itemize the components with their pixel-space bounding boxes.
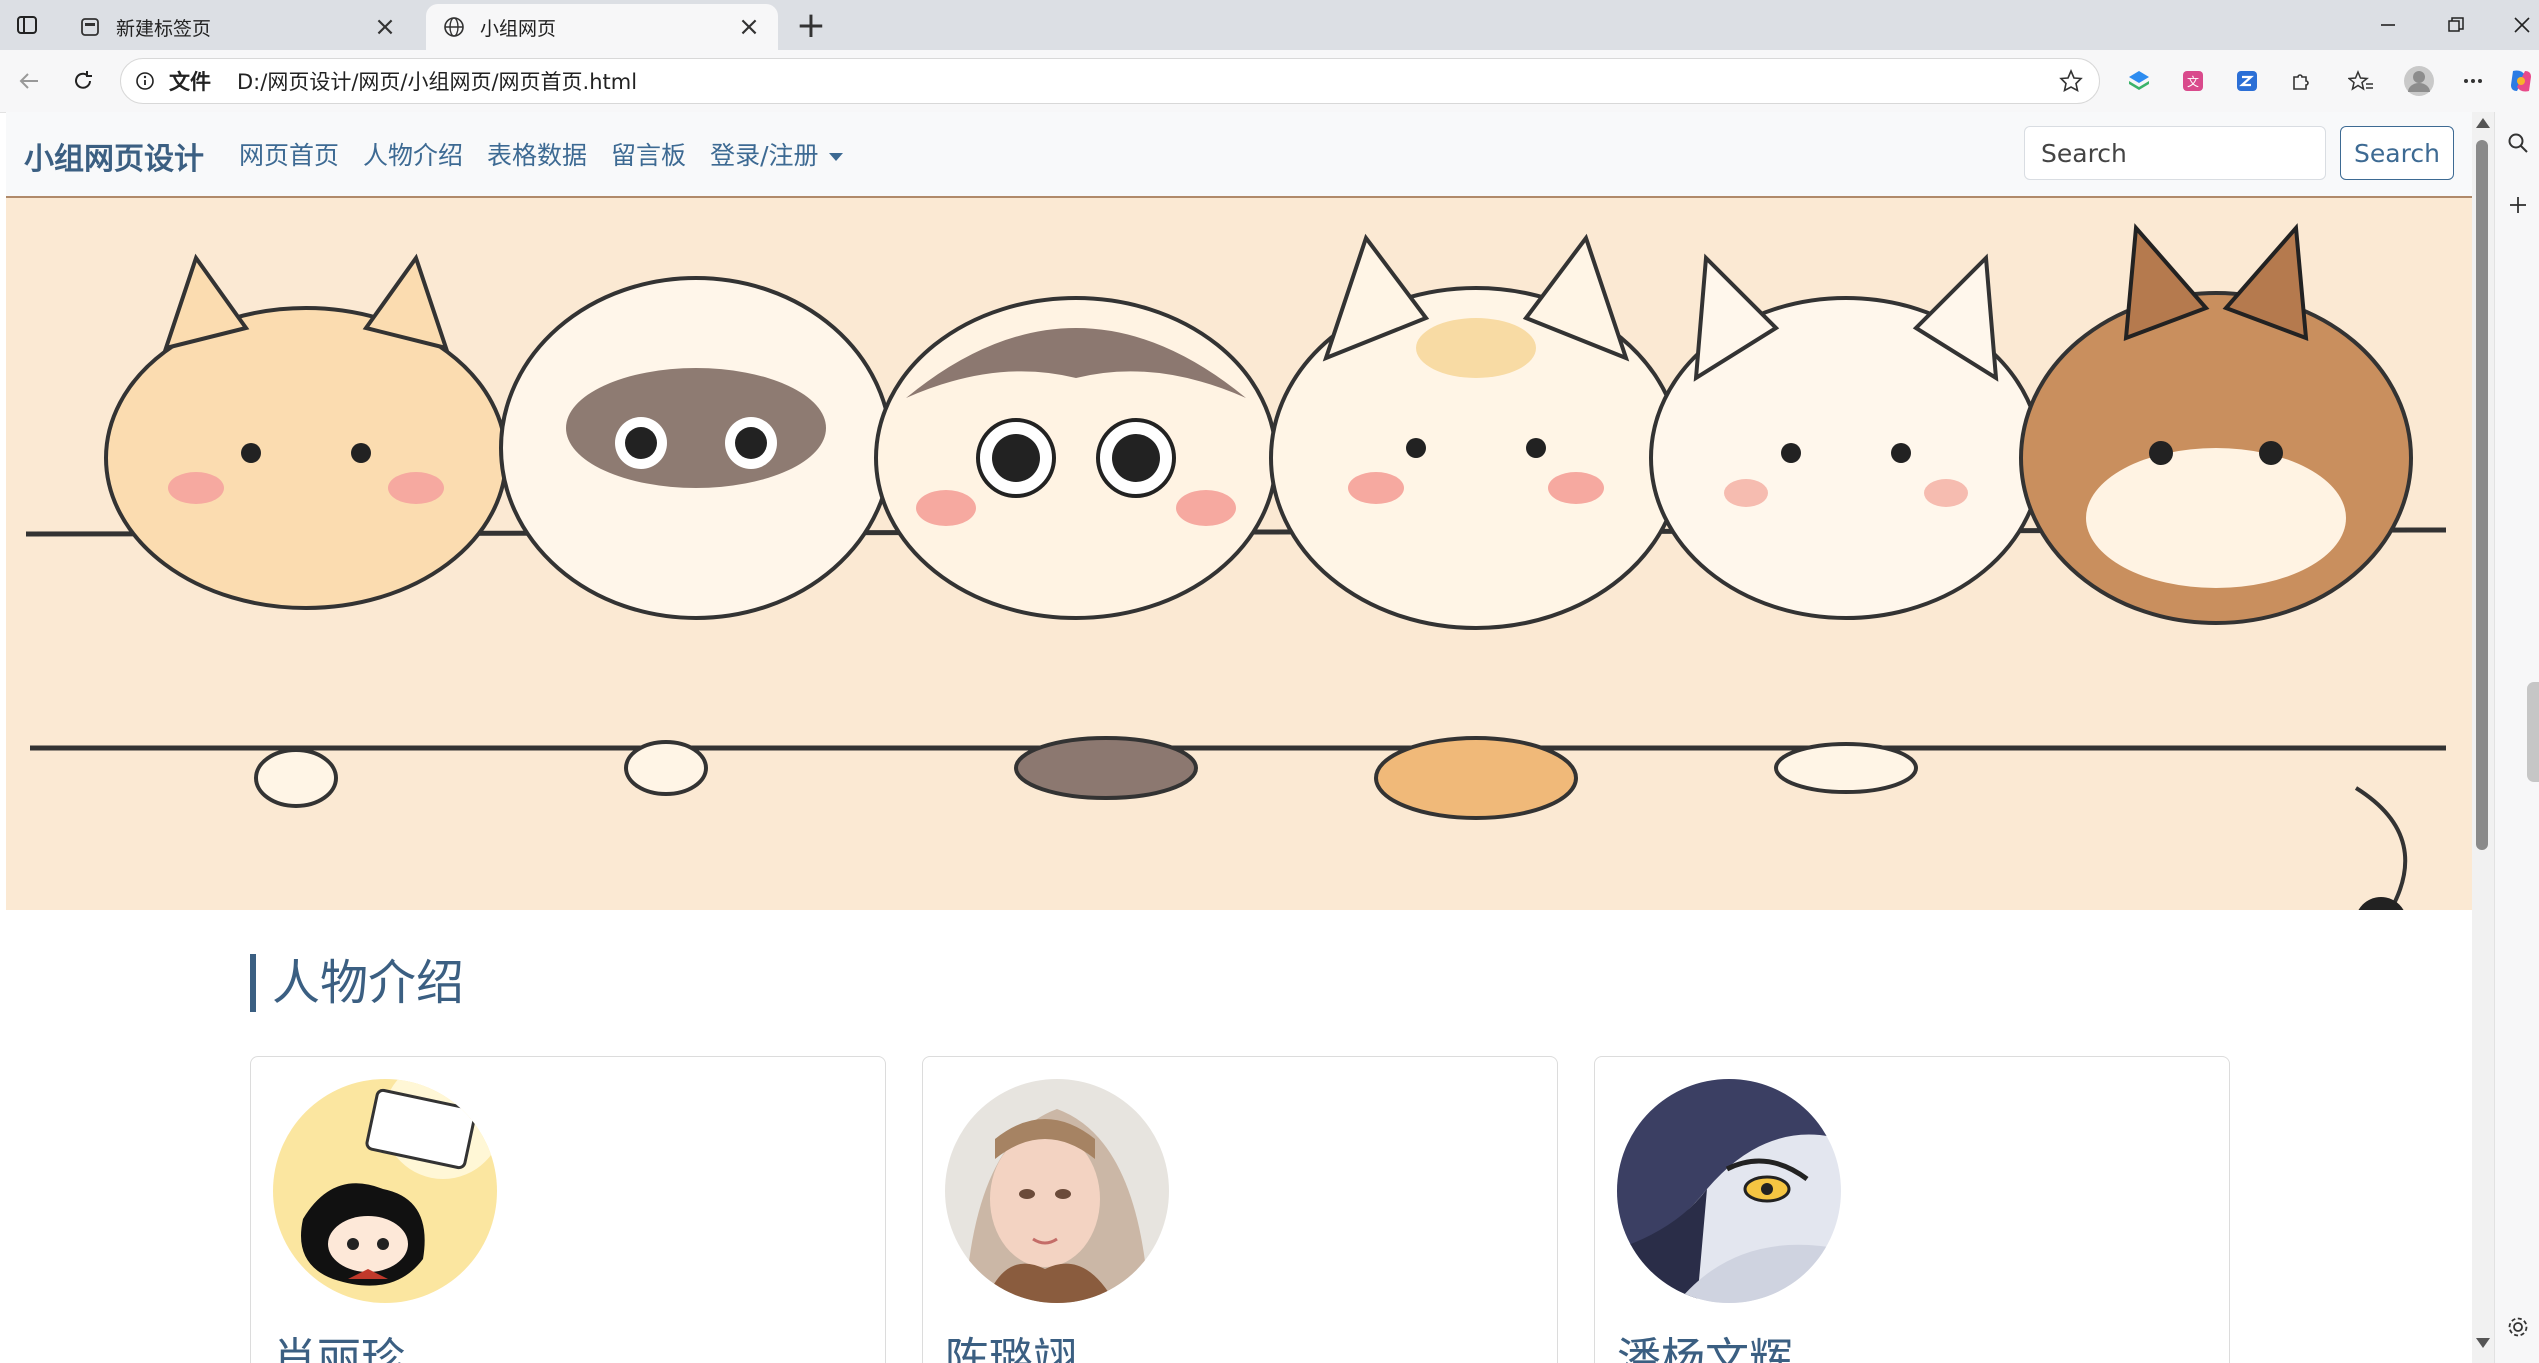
member-name: 肖丽珍 <box>273 1334 405 1363</box>
hero-banner-image <box>6 198 2472 910</box>
sidebar-add-icon[interactable] <box>2501 188 2535 222</box>
zotero-extension-icon[interactable] <box>2232 66 2262 96</box>
site-brand[interactable]: 小组网页设计 <box>24 134 204 178</box>
tab-label: 小组网页 <box>480 17 557 40</box>
translate-extension-icon[interactable]: 文 <box>2178 66 2208 96</box>
browser-tab-newtab[interactable]: 新建标签页 × <box>62 4 414 50</box>
back-arrow-icon[interactable] <box>10 62 48 100</box>
extension-shield-icon[interactable] <box>2124 66 2154 96</box>
globe-icon <box>442 15 466 39</box>
scroll-down-arrow-icon[interactable] <box>2476 1338 2490 1348</box>
dropdown-caret-icon <box>828 153 843 161</box>
sidebar-search-icon[interactable] <box>2501 126 2535 160</box>
section-title-people: 人物介绍 <box>250 954 464 1012</box>
member-avatar <box>1617 1079 1841 1303</box>
member-card[interactable]: 肖丽珍 <box>250 1056 886 1363</box>
url-text[interactable]: D:/网页设计/网页/小组网页/网页首页.html <box>237 66 2057 96</box>
extensions-puzzle-icon[interactable] <box>2286 66 2316 96</box>
scheme-label: 文件 <box>169 70 211 94</box>
info-icon[interactable] <box>135 69 159 93</box>
browser-tabstrip: 新建标签页 × 小组网页 × + <box>0 0 2539 50</box>
minimize-icon[interactable] <box>2366 8 2410 42</box>
close-tab-icon[interactable]: × <box>372 12 398 42</box>
site-nav-links: 网页首页 人物介绍 表格数据 留言板 登录/注册 <box>239 136 867 172</box>
member-avatar <box>945 1079 1169 1303</box>
browser-toolbar: 文件 D:/网页设计/网页/小组网页/网页首页.html 文 <box>0 50 2539 113</box>
new-tab-page-icon <box>78 15 102 39</box>
browser-tab-active[interactable]: 小组网页 × <box>426 4 778 50</box>
scroll-thumb[interactable] <box>2476 140 2488 850</box>
more-menu-icon[interactable] <box>2458 66 2488 96</box>
favorite-star-icon[interactable] <box>2057 67 2085 95</box>
nav-link-guestbook[interactable]: 留言板 <box>611 136 686 172</box>
nav-link-home[interactable]: 网页首页 <box>239 136 339 172</box>
close-window-icon[interactable] <box>2500 8 2539 42</box>
favorites-icon[interactable] <box>2346 66 2376 96</box>
close-tab-icon[interactable]: × <box>736 12 762 42</box>
page-scrollbar[interactable] <box>2472 112 2494 1363</box>
reload-icon[interactable] <box>64 62 102 100</box>
address-bar[interactable]: 文件 D:/网页设计/网页/小组网页/网页首页.html <box>120 58 2100 104</box>
member-card[interactable]: 潘杨文辉 <box>1594 1056 2230 1363</box>
tab-label: 新建标签页 <box>116 17 212 40</box>
search-button[interactable]: Search <box>2340 126 2454 180</box>
member-card[interactable]: 陈璐翊 <box>922 1056 1558 1363</box>
scroll-up-arrow-icon[interactable] <box>2476 118 2490 128</box>
nav-link-login-dropdown[interactable]: 登录/注册 <box>710 136 843 172</box>
tab-actions-icon[interactable] <box>14 12 40 38</box>
new-tab-plus-icon[interactable]: + <box>796 5 826 46</box>
member-avatar <box>273 1079 497 1303</box>
sidebar-settings-gear-icon[interactable] <box>2501 1310 2535 1344</box>
nav-link-people[interactable]: 人物介绍 <box>363 136 463 172</box>
restore-icon[interactable] <box>2434 8 2478 42</box>
search-input[interactable] <box>2024 126 2326 180</box>
page-viewport: 小组网页设计 网页首页 人物介绍 表格数据 留言板 登录/注册 Search S… <box>6 112 2472 1363</box>
member-name: 潘杨文辉 <box>1617 1334 1793 1363</box>
site-navbar: 小组网页设计 网页首页 人物介绍 表格数据 留言板 登录/注册 Search <box>6 112 2472 198</box>
nav-link-table[interactable]: 表格数据 <box>487 136 587 172</box>
member-name: 陈璐翊 <box>945 1334 1077 1363</box>
browser-sidebar <box>2494 112 2539 1363</box>
copilot-icon[interactable] <box>2506 66 2536 96</box>
svg-text:文: 文 <box>2187 74 2199 89</box>
login-dropdown-label: 登录/注册 <box>710 141 819 170</box>
profile-avatar-icon[interactable] <box>2402 64 2436 98</box>
sidebar-collapse-handle[interactable] <box>2527 682 2539 782</box>
